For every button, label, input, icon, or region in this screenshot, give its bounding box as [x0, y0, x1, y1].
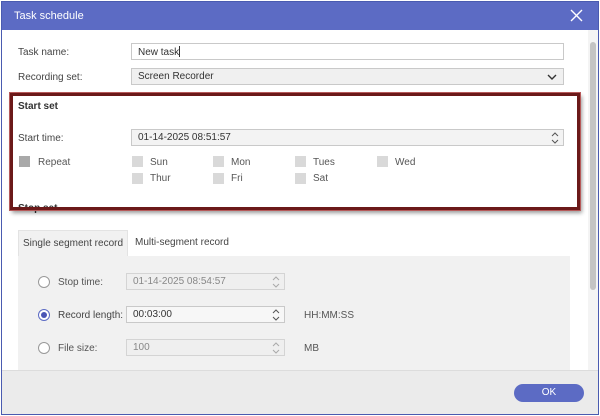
- record-length-unit: HH:MM:SS: [304, 310, 354, 321]
- stop-time-radio[interactable]: [38, 276, 50, 288]
- record-length-label: Record length:: [58, 310, 124, 321]
- recording-set-value: Screen Recorder: [138, 71, 214, 82]
- tab-multi-segment-label: Multi-segment record: [135, 237, 229, 248]
- stop-options-panel: Stop time: 01-14-2025 08:54:57 Record le…: [18, 256, 570, 370]
- file-size-label: File size:: [58, 343, 98, 354]
- file-size-radio[interactable]: [38, 342, 50, 354]
- tab-single-segment[interactable]: Single segment record: [18, 230, 128, 256]
- recording-set-label: Recording set:: [18, 72, 83, 83]
- highlight-frame: [10, 93, 580, 210]
- stop-time-value: 01-14-2025 08:54:57: [133, 276, 226, 287]
- task-name-value: New task: [138, 47, 180, 58]
- window-title: Task schedule: [14, 10, 84, 22]
- record-length-input[interactable]: 00:03:00: [126, 306, 285, 323]
- task-name-label: Task name:: [18, 47, 70, 58]
- task-name-input[interactable]: New task: [131, 43, 564, 60]
- title-bar: Task schedule: [2, 2, 598, 30]
- scrollbar-thumb[interactable]: [590, 42, 596, 290]
- spinner-icon[interactable]: [272, 308, 280, 322]
- record-length-value: 00:03:00: [133, 309, 172, 320]
- tab-multi-segment[interactable]: Multi-segment record: [130, 230, 234, 256]
- close-icon[interactable]: [569, 8, 584, 23]
- recording-set-select[interactable]: Screen Recorder: [131, 68, 564, 85]
- ok-button[interactable]: OK: [514, 384, 584, 402]
- tab-single-segment-label: Single segment record: [22, 238, 124, 249]
- dialog-footer: OK: [2, 370, 598, 414]
- record-length-radio[interactable]: [38, 309, 50, 321]
- file-size-value: 100: [133, 342, 150, 353]
- scrollbar[interactable]: [588, 30, 598, 370]
- stop-time-label: Stop time:: [58, 277, 104, 288]
- spinner-icon[interactable]: [272, 275, 280, 289]
- chevron-down-icon: [547, 72, 557, 85]
- file-size-unit: MB: [304, 343, 319, 354]
- spinner-icon[interactable]: [272, 341, 280, 355]
- stop-time-input[interactable]: 01-14-2025 08:54:57: [126, 273, 285, 290]
- task-schedule-window: Task schedule Task name: New task Record…: [1, 1, 599, 415]
- dialog-content: Task name: New task Recording set: Scree…: [2, 30, 598, 370]
- file-size-input[interactable]: 100: [126, 339, 285, 356]
